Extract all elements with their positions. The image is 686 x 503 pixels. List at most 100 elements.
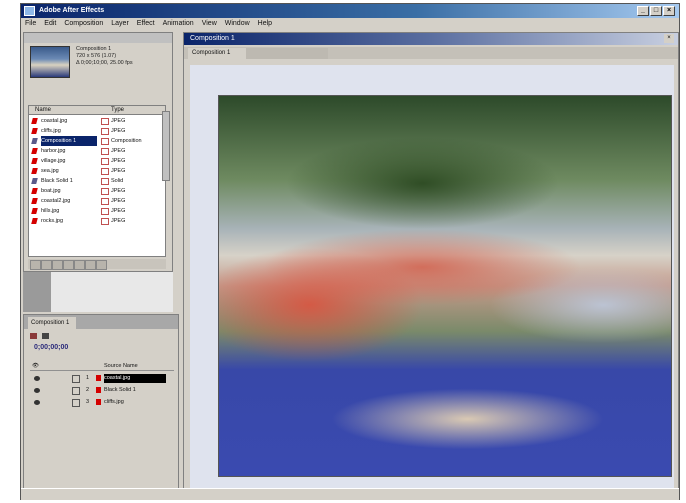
lock-box[interactable] [72, 387, 80, 395]
type-icon [101, 148, 109, 155]
type-icon [101, 178, 109, 185]
project-item-name: Composition 1 [76, 46, 112, 52]
type-icon [101, 118, 109, 125]
menu-window[interactable]: Window [221, 18, 254, 30]
lock-box[interactable] [72, 399, 80, 407]
type-icon [101, 188, 109, 195]
project-list-scrollbar[interactable] [162, 111, 170, 181]
composition-panel: Composition 1 × Composition 1 [183, 32, 679, 499]
composition-icon [31, 138, 38, 144]
after-effects-window: Adobe After Effects _ □ × File Edit Compos… [20, 3, 680, 500]
menu-edit[interactable]: Edit [40, 18, 60, 30]
project-item[interactable]: cliffs.jpg JPEG [29, 126, 165, 136]
footage-icon [31, 128, 38, 134]
composition-title: Composition 1 [190, 35, 235, 42]
footage-icon [31, 148, 38, 154]
status-bar [21, 488, 679, 500]
new-composition-icon[interactable] [52, 260, 63, 270]
project-thumbnail [30, 46, 70, 78]
find-icon[interactable] [74, 260, 85, 270]
project-item[interactable]: boat.jpg JPEG [29, 186, 165, 196]
menu-composition[interactable]: Composition [60, 18, 107, 30]
project-item[interactable]: village.jpg JPEG [29, 156, 165, 166]
timeline-panel: Composition 1 0;00;00;00 👁 Source Name 1… [23, 314, 179, 499]
composition-tab-secondary[interactable] [246, 48, 328, 59]
project-item[interactable]: coastal.jpg JPEG [29, 116, 165, 126]
timeline-controls [30, 331, 150, 341]
visibility-column-icon: 👁 [32, 363, 39, 369]
project-item[interactable]: harbor.jpg JPEG [29, 146, 165, 156]
menu-animation[interactable]: Animation [159, 18, 198, 30]
project-toolbar [28, 259, 166, 270]
project-item[interactable]: coastal2.jpg JPEG [29, 196, 165, 206]
menu-effect[interactable]: Effect [133, 18, 159, 30]
type-icon [101, 168, 109, 175]
timeline-layer[interactable]: 3 cliffs.jpg [30, 397, 174, 408]
menu-layer[interactable]: Layer [107, 18, 133, 30]
project-panel-header [24, 33, 172, 43]
type-icon [101, 138, 109, 145]
color-depth-icon[interactable] [63, 260, 74, 270]
project-item[interactable]: hills.jpg JPEG [29, 206, 165, 216]
timeline-layer-selected[interactable]: 1 coastal.jpg [30, 373, 174, 384]
project-item[interactable]: sea.jpg JPEG [29, 166, 165, 176]
trash-icon[interactable] [30, 260, 41, 270]
empty-panel-area [51, 272, 173, 312]
column-type[interactable]: Type [111, 106, 124, 115]
menu-bar: File Edit Composition Layer Effect Animation V… [21, 18, 679, 30]
eye-icon[interactable] [34, 376, 40, 381]
type-icon [101, 208, 109, 215]
footage-icon [96, 375, 101, 381]
current-time-display[interactable]: 0;00;00;00 [34, 343, 154, 353]
eye-icon[interactable] [34, 388, 40, 393]
interpret-footage-icon[interactable] [85, 260, 96, 270]
footage-icon [96, 399, 101, 405]
app-icon [24, 6, 35, 16]
panel-divider [23, 272, 51, 312]
minimize-button[interactable]: _ [637, 6, 649, 16]
project-item-list: Name Type coastal.jpg JPEG cliffs.jpg JPEG… [28, 105, 166, 257]
type-icon [101, 198, 109, 205]
footage-icon [31, 188, 38, 194]
timeline-layer[interactable]: 2 Black Solid 1 [30, 385, 174, 396]
footage-icon [31, 158, 38, 164]
menu-view[interactable]: View [198, 18, 221, 30]
footage-icon [31, 198, 38, 204]
composition-tab[interactable]: Composition 1 [188, 48, 248, 59]
type-icon [101, 218, 109, 225]
layer-switch-icon[interactable] [42, 333, 49, 339]
timeline-tab-bar: Composition 1 [24, 315, 178, 329]
project-item-size: 720 x 576 (1.07) [76, 53, 117, 59]
record-icon[interactable] [30, 333, 37, 339]
project-item-duration: Δ 0;00;10;00, 25.00 fps [76, 60, 133, 66]
project-panel: Composition 1 720 x 576 (1.07) Δ 0;00;10… [23, 32, 173, 272]
solid-icon [31, 178, 38, 184]
eye-icon[interactable] [34, 400, 40, 405]
radial-blur-harbor-image [218, 95, 672, 477]
footage-icon [31, 118, 38, 124]
flowchart-icon[interactable] [96, 260, 107, 270]
project-item-info: Composition 1 720 x 576 (1.07) Δ 0;00;10… [76, 46, 168, 78]
title-bar: Adobe After Effects _ □ × [21, 4, 679, 18]
composition-tab-bar: Composition 1 [184, 47, 678, 59]
footage-icon [31, 218, 38, 224]
type-icon [101, 128, 109, 135]
timeline-tab[interactable]: Composition 1 [28, 317, 76, 329]
project-item[interactable]: rocks.jpg JPEG [29, 216, 165, 226]
footage-icon [31, 168, 38, 174]
project-item-selected[interactable]: Composition 1 Composition [29, 136, 165, 146]
menu-help[interactable]: Help [254, 18, 276, 30]
new-folder-icon[interactable] [41, 260, 52, 270]
column-name[interactable]: Name [35, 106, 51, 115]
project-item[interactable]: Black Solid 1 Solid [29, 176, 165, 186]
source-name-column[interactable]: Source Name [104, 361, 138, 371]
type-icon [101, 158, 109, 165]
close-icon[interactable]: × [664, 34, 674, 43]
footage-icon [31, 208, 38, 214]
maximize-button[interactable]: □ [650, 6, 662, 16]
timeline-column-header: 👁 Source Name [30, 361, 174, 371]
lock-box[interactable] [72, 375, 80, 383]
menu-file[interactable]: File [21, 18, 40, 30]
window-title: Adobe After Effects [39, 7, 105, 14]
close-button[interactable]: × [663, 6, 675, 16]
